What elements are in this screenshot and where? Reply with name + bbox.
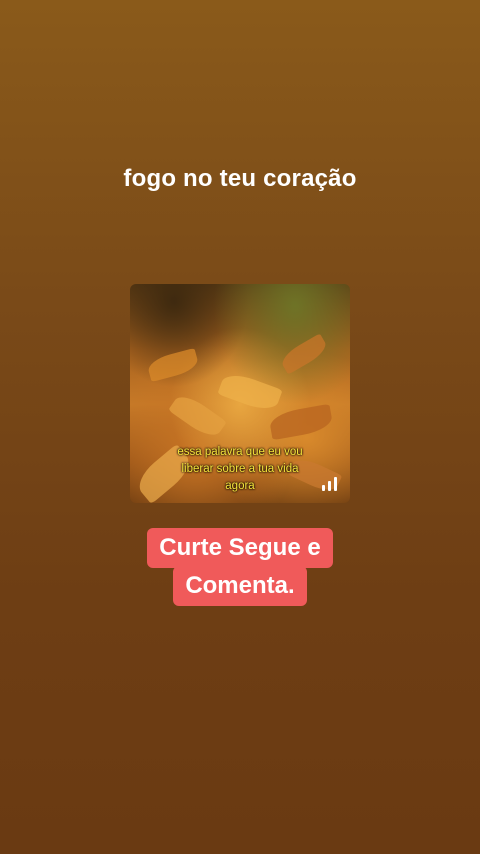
leaf-decoration: [268, 403, 334, 441]
leaf-decoration: [217, 369, 283, 415]
leaf-decoration: [146, 347, 200, 383]
leaf-decoration: [168, 390, 227, 442]
cta-line-1[interactable]: Curte Segue e: [147, 528, 333, 568]
cta-line-2[interactable]: Comenta.: [173, 566, 307, 606]
media-card[interactable]: essa palavra que eu vou liberar sobre a …: [130, 284, 350, 503]
caption-line: essa palavra que eu vou: [177, 446, 303, 458]
leaf-decoration: [278, 333, 330, 375]
audio-bars-icon[interactable]: [322, 477, 338, 491]
media-caption: essa palavra que eu vou liberar sobre a …: [130, 444, 350, 495]
story-headline: fogo no teu coração: [123, 165, 357, 192]
cta-sticker[interactable]: Curte Segue e Comenta.: [0, 528, 480, 606]
caption-line: liberar sobre a tua vida: [181, 463, 299, 475]
caption-line: agora: [225, 480, 255, 492]
